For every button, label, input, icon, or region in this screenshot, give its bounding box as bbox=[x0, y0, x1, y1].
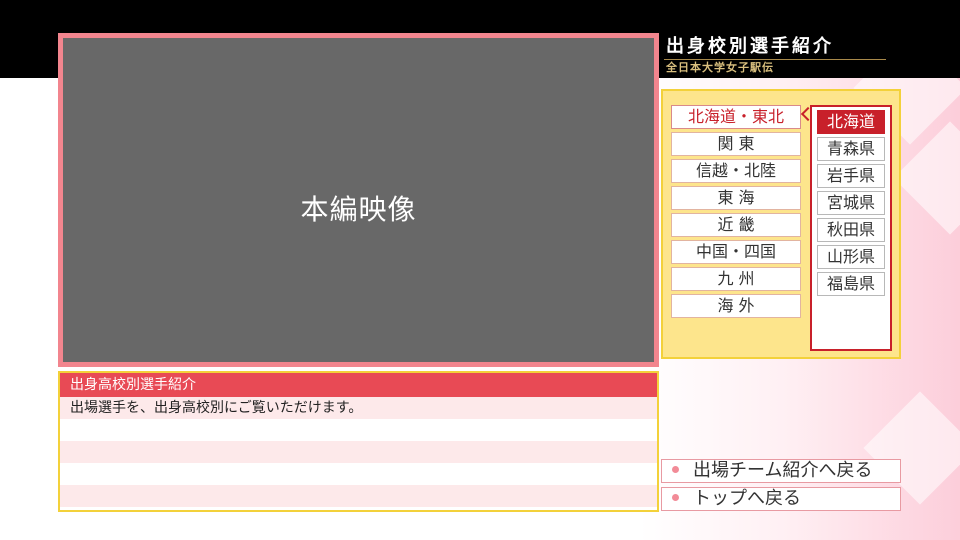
region-button[interactable]: 関 東 bbox=[671, 132, 801, 156]
prefecture-button[interactable]: 宮城県 bbox=[817, 191, 885, 215]
info-row-empty bbox=[60, 419, 657, 441]
region-button[interactable]: 北海道・東北 bbox=[671, 105, 801, 129]
prefecture-button[interactable]: 福島県 bbox=[817, 272, 885, 296]
title-divider bbox=[664, 59, 886, 60]
bullet-dot-icon bbox=[672, 493, 679, 501]
prefecture-list-panel: 北海道青森県岩手県宮城県秋田県山形県福島県 bbox=[810, 105, 892, 351]
video-placeholder-label: 本編映像 bbox=[300, 193, 417, 226]
region-button[interactable]: 信越・北陸 bbox=[671, 159, 801, 183]
page-title: 出身校別選手紹介 bbox=[666, 36, 834, 57]
video-player[interactable]: 本編映像 bbox=[58, 33, 659, 367]
page-subtitle: 全日本大学女子駅伝 bbox=[666, 61, 774, 74]
region-button[interactable]: 東 海 bbox=[671, 186, 801, 210]
info-row-empty bbox=[60, 441, 657, 463]
info-row-empty bbox=[60, 485, 657, 507]
region-button[interactable]: 九 州 bbox=[671, 267, 801, 291]
back-to-top-label: トップへ戻る bbox=[693, 488, 801, 509]
prefecture-button[interactable]: 北海道 bbox=[817, 110, 885, 134]
region-button[interactable]: 近 畿 bbox=[671, 213, 801, 237]
prefecture-button[interactable]: 青森県 bbox=[817, 137, 885, 161]
region-selector-panel: 北海道・東北関 東信越・北陸東 海近 畿中国・四国九 州海 外 北海道青森県岩手… bbox=[661, 89, 901, 359]
info-row-empty bbox=[60, 463, 657, 485]
back-to-top-button[interactable]: トップへ戻る bbox=[661, 487, 901, 511]
prefecture-button[interactable]: 山形県 bbox=[817, 245, 885, 269]
prefecture-button[interactable]: 秋田県 bbox=[817, 218, 885, 242]
prefecture-button[interactable]: 岩手県 bbox=[817, 164, 885, 188]
back-to-teams-button[interactable]: 出場チーム紹介へ戻る bbox=[661, 459, 901, 483]
region-button[interactable]: 海 外 bbox=[671, 294, 801, 318]
info-description: 出場選手を、出身高校別にご覧いただけます。 bbox=[60, 397, 657, 419]
bullet-dot-icon bbox=[672, 465, 679, 473]
info-title: 出身高校別選手紹介 bbox=[60, 373, 657, 397]
info-panel: 出身高校別選手紹介 出場選手を、出身高校別にご覧いただけます。 bbox=[58, 371, 659, 512]
back-to-teams-label: 出場チーム紹介へ戻る bbox=[693, 460, 873, 481]
region-button[interactable]: 中国・四国 bbox=[671, 240, 801, 264]
